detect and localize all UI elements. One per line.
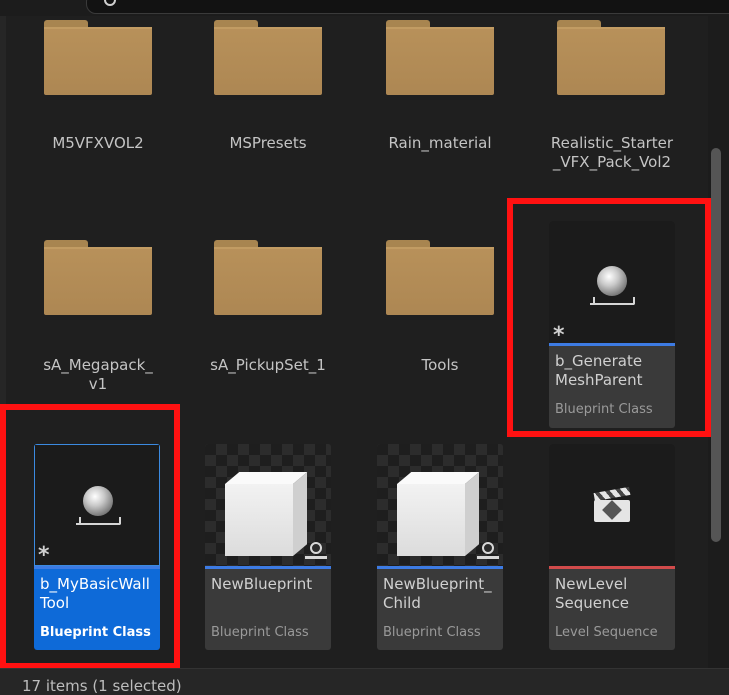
asset-thumbnail — [205, 444, 331, 566]
search-input[interactable] — [86, 0, 729, 14]
asset-type-stripe — [549, 566, 675, 569]
folder-icon — [386, 240, 494, 318]
asset-card[interactable]: NewLevel Sequence Level Sequence — [549, 444, 675, 650]
asset-type-stripe — [205, 566, 331, 569]
folder-label: Rain_material — [388, 134, 492, 152]
asset-type: Blueprint Class — [383, 625, 481, 640]
folder-icon — [44, 20, 152, 98]
cube-icon — [225, 472, 309, 556]
folder-icon — [214, 20, 322, 98]
asset-type: Blueprint Class — [211, 625, 309, 640]
folder-label: M5VFXVOL2 — [52, 134, 144, 152]
folder-label: Realistic_Starter _VFX_Pack_Vol2 — [550, 134, 674, 171]
folder-label: sA_PickupSet_1 — [210, 356, 326, 374]
folder-icon — [557, 20, 665, 98]
folder-icon — [214, 240, 322, 318]
asset-card[interactable]: NewBlueprint_ Child Blueprint Class — [377, 444, 503, 650]
asset-type: Level Sequence — [555, 625, 658, 640]
cube-icon — [397, 472, 481, 556]
item-count: 17 items (1 selected) — [22, 677, 182, 695]
asset-name: NewLevel Sequence — [555, 575, 629, 612]
folder-label: MSPresets — [229, 134, 307, 152]
toolbar — [0, 0, 729, 16]
clapperboard-icon — [593, 486, 631, 522]
folder-icon — [44, 240, 152, 318]
asset-name: NewBlueprint — [211, 575, 313, 593]
blueprint-sphere-icon — [305, 542, 327, 562]
highlight-box — [507, 198, 711, 437]
asset-type-stripe — [377, 566, 503, 569]
status-bar: 17 items (1 selected) — [0, 668, 729, 695]
scrollbar-thumb[interactable] — [711, 148, 721, 542]
folder-icon — [386, 20, 494, 98]
asset-name: NewBlueprint_ Child — [383, 575, 492, 612]
folder-label: Tools — [421, 356, 459, 374]
highlight-box — [0, 404, 180, 669]
asset-thumbnail — [377, 444, 503, 566]
asset-card[interactable]: NewBlueprint Blueprint Class — [205, 444, 331, 650]
folder-label: sA_Megapack_ v1 — [43, 356, 153, 393]
blueprint-sphere-icon — [477, 542, 499, 562]
asset-thumbnail — [549, 444, 675, 566]
